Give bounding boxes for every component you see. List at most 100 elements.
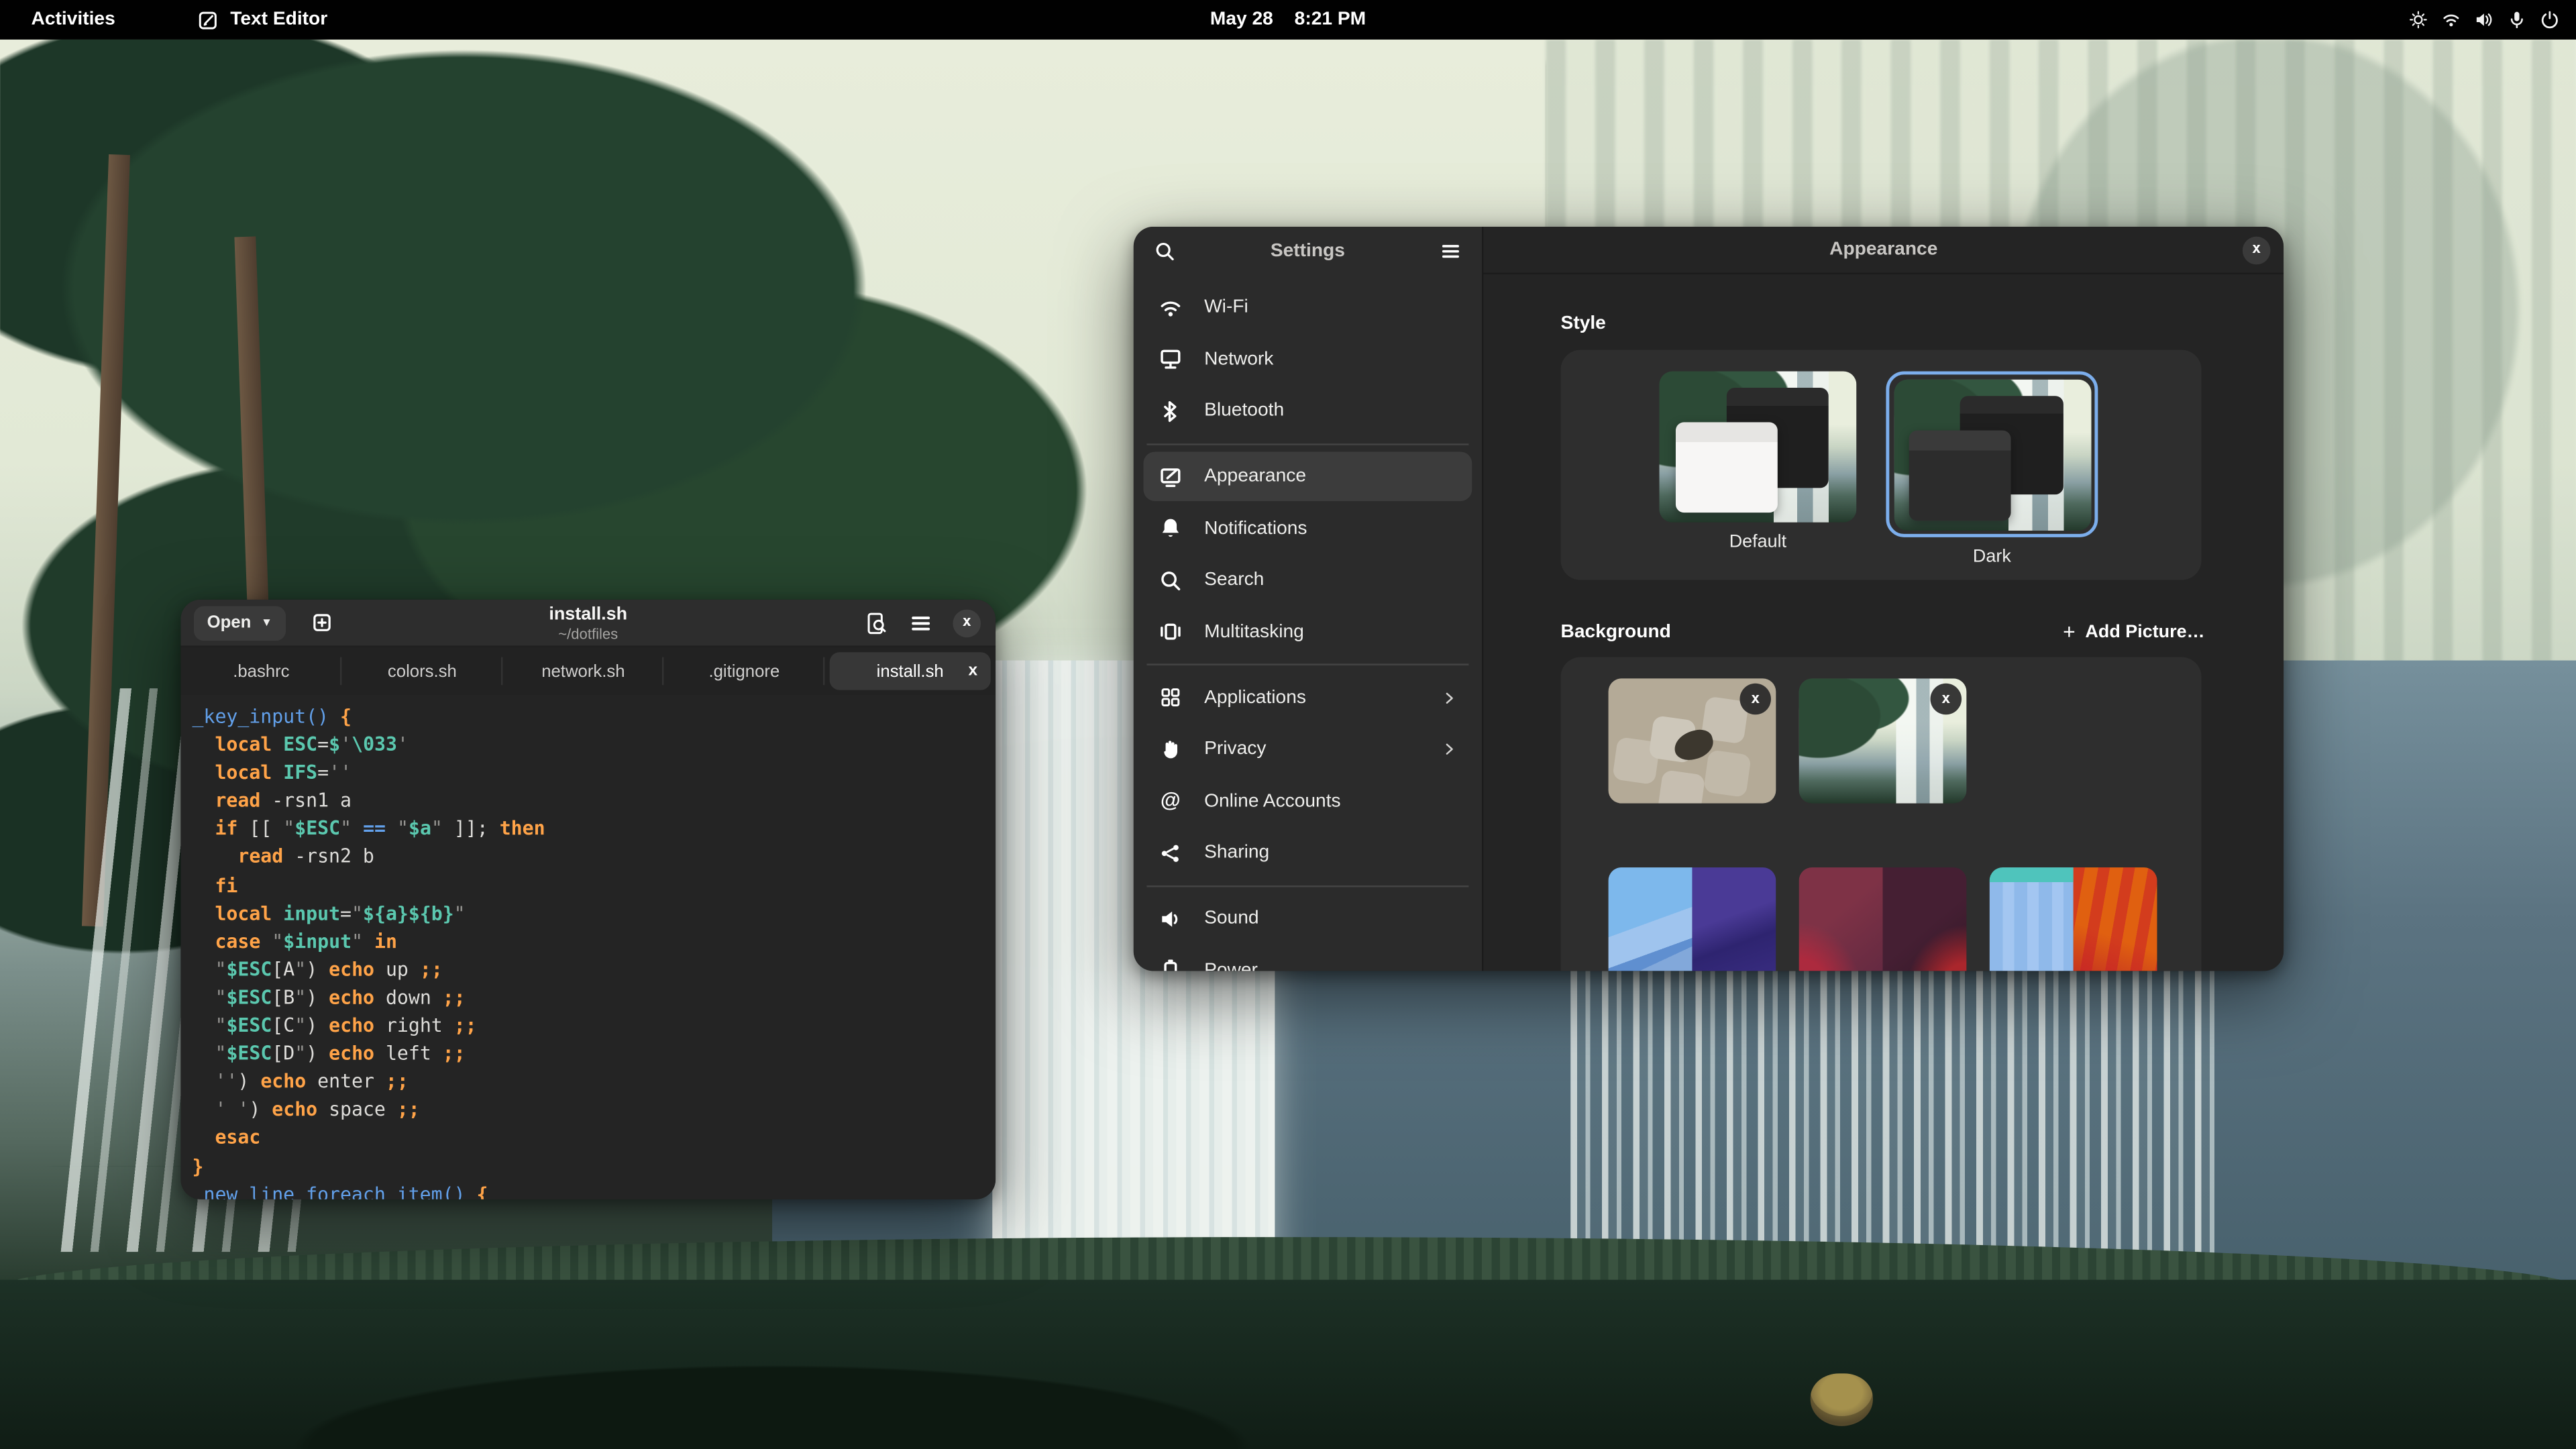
preset-background-red-maroon-waves-wallpaper[interactable] [1799, 867, 1967, 971]
sidebar-item-label: Appearance [1204, 467, 1306, 486]
sidebar-item-sound[interactable]: Sound [1143, 894, 1472, 943]
applications-icon [1159, 685, 1183, 710]
code-line: _key_input() { [193, 703, 996, 731]
sidebar-item-bluetooth[interactable]: Bluetooth [1143, 386, 1472, 435]
volume-icon [2474, 10, 2493, 30]
sidebar-separator [1146, 663, 1468, 665]
text-editor-window: Open ▼ install.sh ~/dotfiles x .bashrc co… [180, 600, 996, 1199]
tab-bar: .bashrccolors.shnetwork.sh.gitignoreinst… [180, 647, 996, 695]
style-preview-frame [1886, 371, 2098, 537]
document-search-icon[interactable] [864, 610, 889, 635]
settings-sidebar: Settings Wi-FiNetworkBluetooth Appearance… [1134, 227, 1484, 971]
editor-tab-network-sh[interactable]: network.sh [502, 647, 663, 695]
code-line: read -rsn2 b [193, 843, 996, 871]
code-line: "$ESC[A") echo up ;; [193, 956, 996, 984]
appearance-icon [1159, 464, 1183, 489]
style-card: DefaultDark [1561, 350, 2202, 580]
document-title: install.sh [549, 604, 627, 625]
sidebar-item-wi-fi[interactable]: Wi-Fi [1143, 282, 1472, 331]
editor-tab-gitignore[interactable]: .gitignore [663, 647, 824, 695]
desktop: Activities Text Editor May 28 8:21 PM Op… [0, 0, 2576, 1449]
sidebar-item-sharing[interactable]: Sharing [1143, 828, 1472, 877]
search-icon[interactable] [1153, 239, 1176, 262]
wifi-icon [1159, 295, 1183, 320]
window-title: install.sh ~/dotfiles [549, 604, 627, 642]
remove-background-button[interactable]: x [1739, 684, 1771, 715]
editor-tab-install-sh[interactable]: install.sh x [830, 652, 991, 690]
sidebar-item-applications[interactable]: Applications [1143, 673, 1472, 722]
open-button-label: Open [207, 612, 252, 632]
privacy-icon [1159, 737, 1183, 761]
tab-label: install.sh [877, 661, 944, 681]
sidebar-item-online-accounts[interactable]: @Online Accounts [1143, 776, 1472, 825]
text-editor-headerbar: Open ▼ install.sh ~/dotfiles x [180, 600, 996, 647]
chevron-down-icon: ▼ [261, 617, 272, 629]
sidebar-item-multitasking[interactable]: Multitasking [1143, 607, 1472, 656]
focused-app-name: Text Editor [230, 10, 327, 30]
sidebar-nav-list: Wi-FiNetworkBluetooth Appearance Notificat… [1134, 274, 1482, 971]
tab-label: colors.sh [388, 661, 457, 681]
power-button-icon [2540, 10, 2559, 30]
sidebar-item-network[interactable]: Network [1143, 334, 1472, 383]
code-line: read -rsn1 a [193, 788, 996, 816]
sharing-icon [1159, 841, 1183, 865]
code-editor-area[interactable]: _key_input() { local ESC=$'\033' local I… [180, 695, 996, 1199]
preset-background-blue-orange-drips-wallpaper[interactable] [1990, 867, 2157, 971]
style-preview-frame [1659, 371, 1856, 522]
editor-tab-bashrc[interactable]: .bashrc [180, 647, 341, 695]
headerbar-actions: x [864, 608, 981, 637]
code-line: local input="${a}${b}" [193, 900, 996, 928]
close-window-button[interactable]: x [953, 608, 981, 637]
add-picture-button[interactable]: + Add Picture… [2063, 619, 2204, 644]
sidebar-headerbar: Settings [1134, 227, 1482, 274]
code-line: case "$input" in [193, 928, 996, 956]
menu-icon[interactable] [1439, 239, 1462, 262]
panel-title: Appearance [1829, 240, 1937, 260]
sidebar-item-notifications[interactable]: Notifications [1143, 504, 1472, 553]
editor-tab-colors-sh[interactable]: colors.sh [341, 647, 502, 695]
tab-label: .bashrc [233, 661, 289, 681]
clock-date: May 28 [1210, 10, 1273, 30]
tab-new-icon [311, 611, 334, 634]
settings-title: Settings [1271, 241, 1345, 260]
background-heading: Background [1561, 623, 1671, 642]
preset-background-blue-purple-geometric-wallpaper[interactable] [1609, 867, 1776, 971]
code-line: esac [193, 1124, 996, 1152]
content-headerbar: Appearance x [1483, 227, 2284, 274]
plus-icon: + [2063, 619, 2076, 644]
focused-app-indicator[interactable]: Text Editor [197, 9, 327, 30]
sidebar-item-label: Online Accounts [1204, 791, 1341, 810]
clock[interactable]: May 28 8:21 PM [1210, 10, 1366, 30]
brightness-icon [2408, 10, 2428, 30]
code-line: ' ') echo space ;; [193, 1096, 996, 1124]
preview-front-window [1675, 423, 1778, 513]
activities-button[interactable]: Activities [21, 7, 125, 33]
close-window-button[interactable]: x [2243, 235, 2271, 264]
new-tab-button[interactable] [305, 605, 339, 639]
sidebar-item-appearance[interactable]: Appearance [1143, 451, 1472, 500]
code-line: local ESC=$'\033' [193, 731, 996, 759]
sidebar-item-privacy[interactable]: Privacy [1143, 724, 1472, 773]
sidebar-item-search[interactable]: Search [1143, 555, 1472, 604]
custom-background-suse-tiles-wallpaper[interactable]: x [1609, 678, 1776, 803]
sidebar-item-power[interactable]: Power [1143, 945, 1472, 971]
wallpaper-turtle [1811, 1373, 1873, 1426]
chevron-right-icon [1441, 689, 1457, 705]
style-option-default[interactable]: Default [1659, 371, 1856, 551]
menu-icon[interactable] [908, 610, 933, 635]
power-icon [1159, 958, 1183, 971]
bluetooth-icon [1159, 398, 1183, 423]
style-option-dark[interactable]: Dark [1886, 371, 2098, 566]
top-bar: Activities Text Editor May 28 8:21 PM [0, 0, 2576, 40]
custom-background-forest-waterfall-wallpaper[interactable]: x [1799, 678, 1967, 803]
text-editor-icon [197, 9, 219, 30]
sidebar-item-label: Applications [1204, 688, 1306, 707]
code-line: '') echo enter ;; [193, 1068, 996, 1096]
tab-close-icon[interactable]: x [969, 662, 978, 680]
multitasking-icon [1159, 619, 1183, 644]
open-button[interactable]: Open ▼ [194, 605, 286, 639]
sidebar-item-label: Sound [1204, 908, 1258, 928]
remove-background-button[interactable]: x [1931, 684, 1962, 715]
system-status-area[interactable] [2408, 10, 2559, 30]
code-line: fi [193, 871, 996, 900]
